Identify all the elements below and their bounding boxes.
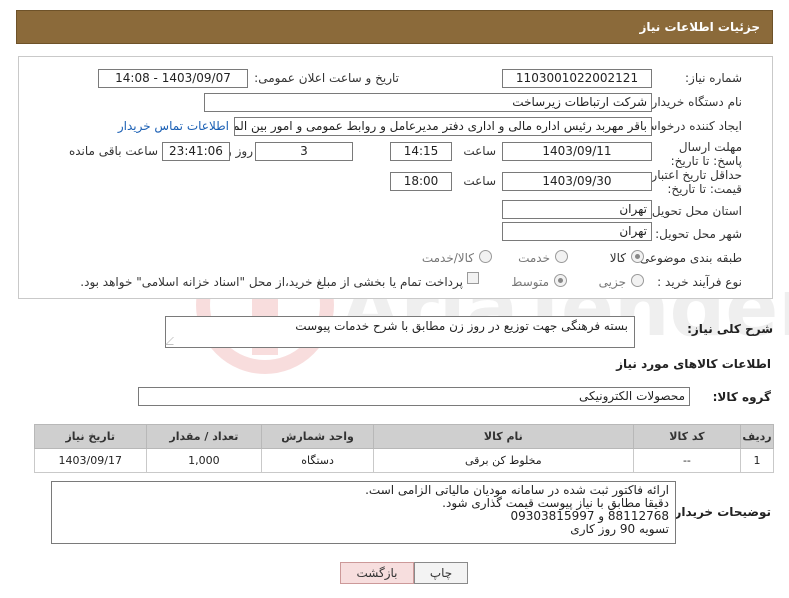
city-label: شهر محل تحویل: bbox=[655, 227, 742, 241]
cell-qty: 1,000 bbox=[145, 448, 263, 473]
days-label: روز و bbox=[226, 144, 253, 158]
cell-row: 1 bbox=[739, 448, 775, 473]
province-label: استان محل تحویل: bbox=[647, 204, 742, 218]
remaining-time-field: 23:41:06 bbox=[162, 142, 230, 161]
category-both-radio[interactable] bbox=[479, 250, 492, 263]
col-qty: تعداد / مقدار bbox=[145, 424, 263, 449]
city-field: تهران bbox=[502, 222, 652, 241]
col-unit: واحد شمارش bbox=[261, 424, 374, 449]
print-button[interactable]: چاپ bbox=[414, 562, 468, 584]
goods-table-header: ردیف کد کالا نام کالا واحد شمارش تعداد /… bbox=[34, 424, 775, 449]
buyer-notes-field: ارائه فاکتور ثبت شده در سامانه مودیان ما… bbox=[51, 481, 676, 544]
announce-date-field: 1403/09/07 - 14:08 bbox=[98, 69, 248, 88]
cell-name: مخلوط کن برقی bbox=[372, 448, 634, 473]
col-row: ردیف bbox=[739, 424, 775, 449]
goods-table: ردیف کد کالا نام کالا واحد شمارش تعداد /… bbox=[34, 424, 775, 473]
buyer-contact-link[interactable]: اطلاعات تماس خریدار bbox=[118, 119, 229, 133]
back-button[interactable]: بازگشت bbox=[340, 562, 414, 584]
col-date: تاریخ نیاز bbox=[34, 424, 147, 449]
payment-note: پرداخت تمام یا بخشی از مبلغ خرید،از محل … bbox=[80, 275, 463, 289]
remaining-time-label: ساعت باقی مانده bbox=[68, 144, 158, 158]
process-minor-radio[interactable] bbox=[631, 274, 644, 287]
deadline-label: مهلت ارسال پاسخ: تا تاریخ: bbox=[670, 140, 742, 168]
announce-date-label: تاریخ و ساعت اعلان عمومی: bbox=[254, 71, 399, 85]
days-remaining-field: 3 bbox=[255, 142, 353, 161]
payment-treasury-checkbox[interactable] bbox=[467, 272, 479, 284]
col-code: کد کالا bbox=[632, 424, 741, 449]
cell-date: 1403/09/17 bbox=[34, 448, 147, 473]
validity-time-field: 18:00 bbox=[390, 172, 452, 191]
buyer-notes-line: تسویه 90 روز کاری bbox=[570, 522, 669, 536]
col-name: نام کالا bbox=[372, 424, 634, 449]
validity-date-field: 1403/09/30 bbox=[502, 172, 652, 191]
deadline-date-field: 1403/09/11 bbox=[502, 142, 652, 161]
cell-unit: دستگاه bbox=[261, 448, 374, 473]
process-medium-radio[interactable] bbox=[554, 274, 567, 287]
creator-field: باقر مهربد رئیس اداره مالی و اداری دفتر … bbox=[234, 117, 652, 136]
table-row: 1 -- مخلوط کن برقی دستگاه 1,000 1403/09/… bbox=[34, 448, 775, 473]
category-service-radio[interactable] bbox=[555, 250, 568, 263]
buyer-org-field: شرکت ارتباطات زیرساخت bbox=[204, 93, 652, 112]
province-field: تهران bbox=[502, 200, 652, 219]
need-number-label: شماره نیاز: bbox=[685, 71, 742, 85]
buyer-org-label: نام دستگاه خریدار: bbox=[647, 95, 743, 109]
category-both-label: کالا/خدمت bbox=[421, 251, 474, 265]
category-label: طبقه بندی موضوعی: bbox=[635, 251, 742, 265]
deadline-time-field: 14:15 bbox=[390, 142, 452, 161]
category-goods-radio[interactable] bbox=[631, 250, 644, 263]
need-number-field: 1103001022002121 bbox=[502, 69, 652, 88]
validity-time-label: ساعت bbox=[463, 174, 496, 188]
cell-code: -- bbox=[632, 448, 741, 473]
goods-group-field: محصولات الکترونیکی bbox=[138, 387, 690, 406]
deadline-time-label: ساعت bbox=[463, 144, 496, 158]
goods-group-label: گروه کالا: bbox=[712, 390, 771, 404]
resize-handle-icon[interactable] bbox=[165, 337, 181, 345]
need-description-text: بسته فرهنگی جهت توزیع در روز زن مطابق با… bbox=[295, 319, 628, 333]
page-title: جزئیات اطلاعات نیاز bbox=[639, 20, 760, 34]
process-minor-label: جزیی bbox=[598, 275, 626, 289]
category-goods-label: کالا bbox=[609, 251, 626, 265]
goods-section-title: اطلاعات کالاهای مورد نیاز bbox=[616, 357, 771, 371]
need-details-panel: شماره نیاز: 1103001022002121 تاریخ و ساع… bbox=[18, 56, 773, 299]
process-medium-label: متوسط bbox=[511, 275, 549, 289]
page-header: جزئیات اطلاعات نیاز bbox=[16, 10, 773, 44]
need-description-label: شرح کلی نیاز: bbox=[687, 322, 773, 336]
need-description-field: بسته فرهنگی جهت توزیع در روز زن مطابق با… bbox=[165, 316, 635, 348]
category-service-label: خدمت bbox=[518, 251, 550, 265]
process-label: نوع فرآیند خرید : bbox=[657, 275, 742, 289]
buyer-notes-label: توضیحات خریدار: bbox=[669, 505, 771, 519]
